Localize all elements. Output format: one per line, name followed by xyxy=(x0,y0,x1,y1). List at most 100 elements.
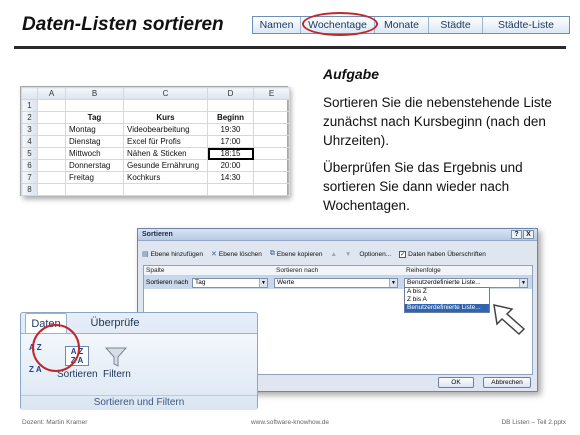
task-paragraph-2: Überprüfen Sie das Ergebnis und sortiere… xyxy=(323,160,523,213)
option-a-to-z[interactable]: A bis Z xyxy=(405,288,489,296)
column-select[interactable]: Tag ▼ xyxy=(192,277,268,288)
task-heading: Aufgabe xyxy=(323,66,379,82)
cell-kurs: Videobearbeitung xyxy=(123,123,208,136)
nav-tab-staedte[interactable]: Städte xyxy=(429,17,483,33)
move-down-button[interactable]: ▼ xyxy=(345,251,351,258)
row-number: 6 xyxy=(21,159,38,172)
excel-ribbon: Daten Überprüfe A Z Z A A ZZ A Sortieren… xyxy=(20,312,258,410)
table-row: 6 Donnerstag Gesunde Ernährung 20:00 xyxy=(21,159,290,172)
ok-button[interactable]: OK xyxy=(438,377,474,388)
sort-ascending-icon[interactable]: A Z xyxy=(29,344,42,352)
dropdown-arrow-icon: ▼ xyxy=(259,278,267,287)
cell-beginn: 19:30 xyxy=(207,123,254,136)
dialog-toolbar: ▤ Ebene hinzufügen ✕ Ebene löschen ⧉ Ebene … xyxy=(142,248,486,260)
pointer-arrow-icon xyxy=(493,304,526,336)
nav-tab-wochentage[interactable]: Wochentage xyxy=(301,17,375,33)
option-z-to-a[interactable]: Z bis A xyxy=(405,296,489,304)
help-button[interactable]: ? xyxy=(511,230,522,239)
footer-website: www.software-knowhow.de xyxy=(250,419,330,426)
add-level-icon: ▤ xyxy=(142,251,149,258)
tab-daten[interactable]: Daten xyxy=(25,313,67,333)
delete-level-button[interactable]: ✕ Ebene löschen xyxy=(211,250,262,259)
grid-header-sort-on: Sortieren nach xyxy=(276,267,319,274)
row-number: 5 xyxy=(21,147,38,160)
slide-title: Daten-Listen sortieren xyxy=(22,14,224,35)
table-row: 2 Tag Kurs Beginn xyxy=(21,111,290,124)
table-row: 1 xyxy=(21,99,290,112)
table-row: 3 Montag Videobearbeitung 19:30 xyxy=(21,123,290,136)
add-level-button[interactable]: ▤ Ebene hinzufügen xyxy=(142,250,203,259)
sort-button-label[interactable]: Sortieren xyxy=(57,369,98,380)
ribbon-body: A Z Z A A ZZ A Sortieren Filtern Sortier… xyxy=(21,333,257,410)
cell-beginn: 14:30 xyxy=(207,171,254,184)
header-kurs: Kurs xyxy=(123,111,208,124)
spreadsheet-image: A B C D E 1 2 Tag Kurs Beginn 3 Montag Videob… xyxy=(20,86,290,196)
cell-beginn: 20:00 xyxy=(207,159,254,172)
column-header-d: D xyxy=(207,87,254,100)
sort-level-label: Sortieren nach xyxy=(146,279,189,286)
selected-cell-beginn: 18:15 xyxy=(207,147,254,160)
ribbon-group-label: Sortieren und Filtern xyxy=(21,395,257,410)
close-button[interactable]: X xyxy=(523,230,534,239)
sort-button-icon[interactable]: A ZZ A xyxy=(65,346,89,366)
cell-kurs: Gesunde Ernährung xyxy=(123,159,208,172)
tab-ueberpruefen[interactable]: Überprüfe xyxy=(85,313,145,333)
option-custom-list[interactable]: Benutzerdefinierte Liste... xyxy=(405,304,489,312)
table-row: 8 xyxy=(21,183,290,196)
table-row: 7 Freitag Kochkurs 14:30 xyxy=(21,171,290,184)
nav-tab-staedte-liste[interactable]: Städte-Liste xyxy=(483,17,569,33)
nav-tab-monate[interactable]: Monate xyxy=(375,17,429,33)
cell-tag: Freitag xyxy=(65,171,124,184)
sort-on-select[interactable]: Werte ▼ xyxy=(274,277,398,288)
row-number: 8 xyxy=(21,183,38,196)
cell-kurs: Kochkurs xyxy=(123,171,208,184)
copy-level-button[interactable]: ⧉ Ebene kopieren xyxy=(270,250,323,258)
cell-tag: Dienstag xyxy=(65,135,124,148)
move-up-button[interactable]: ▲ xyxy=(330,251,336,258)
dropdown-arrow-icon: ▼ xyxy=(519,278,527,287)
dialog-titlebar: Sortieren ? X xyxy=(138,229,537,241)
grid-header-column: Spalte xyxy=(146,267,165,274)
row-number: 7 xyxy=(21,171,38,184)
row-number: 1 xyxy=(21,99,38,112)
filter-icon[interactable] xyxy=(103,344,129,370)
table-row: 4 Dienstag Excel für Profis 17:00 xyxy=(21,135,290,148)
arrow-down-icon: ▼ xyxy=(344,250,352,258)
column-header-row: A B C D E xyxy=(21,87,290,100)
cell-tag: Mittwoch xyxy=(65,147,124,160)
grid-header-order: Reihenfolge xyxy=(406,267,441,274)
cell-kurs: Excel für Profis xyxy=(123,135,208,148)
cancel-button[interactable]: Abbrechen xyxy=(483,377,531,388)
cell-tag: Donnerstag xyxy=(65,159,124,172)
options-button[interactable]: Optionen... xyxy=(359,251,391,258)
cell-tag: Montag xyxy=(65,123,124,136)
row-number: 4 xyxy=(21,135,38,148)
filter-button-label[interactable]: Filtern xyxy=(103,369,131,380)
title-divider xyxy=(14,46,566,49)
checkbox-checked-icon: ✓ xyxy=(399,250,407,258)
dialog-title: Sortieren xyxy=(142,231,173,238)
row-number: 3 xyxy=(21,123,38,136)
table-row: 5 Mittwoch Nähen & Sticken 18:15 xyxy=(21,147,290,160)
column-header-e: E xyxy=(253,87,290,100)
column-header-a: A xyxy=(37,87,66,100)
headers-checkbox[interactable]: ✓ Daten haben Überschriften xyxy=(399,250,486,258)
dropdown-arrow-icon: ▼ xyxy=(389,278,397,287)
header-tag: Tag xyxy=(65,111,124,124)
copy-icon: ⧉ xyxy=(269,250,275,257)
order-select[interactable]: Benutzerdefinierte Liste... ▼ xyxy=(404,277,528,288)
top-navigation: Namen Wochentage Monate Städte Städte-Li… xyxy=(252,16,570,34)
footer-filename: DB Listen – Teil 2.pptx xyxy=(501,419,566,426)
task-paragraph-1: Sortieren Sie die nebenstehende Liste zu… xyxy=(323,95,552,148)
sort-descending-icon[interactable]: Z A xyxy=(29,366,42,374)
delete-icon: ✕ xyxy=(211,251,217,258)
corner-cell xyxy=(21,87,38,100)
grid-header: Spalte Sortieren nach Reihenfolge xyxy=(144,266,532,276)
nav-tab-namen[interactable]: Namen xyxy=(253,17,301,33)
cell-beginn: 17:00 xyxy=(207,135,254,148)
row-number: 2 xyxy=(21,111,38,124)
arrow-up-icon: ▲ xyxy=(330,250,337,258)
header-beginn: Beginn xyxy=(207,111,254,124)
order-dropdown-list: A bis Z Z bis A Benutzerdefinierte Liste… xyxy=(404,287,490,313)
column-header-b: B xyxy=(65,87,124,100)
